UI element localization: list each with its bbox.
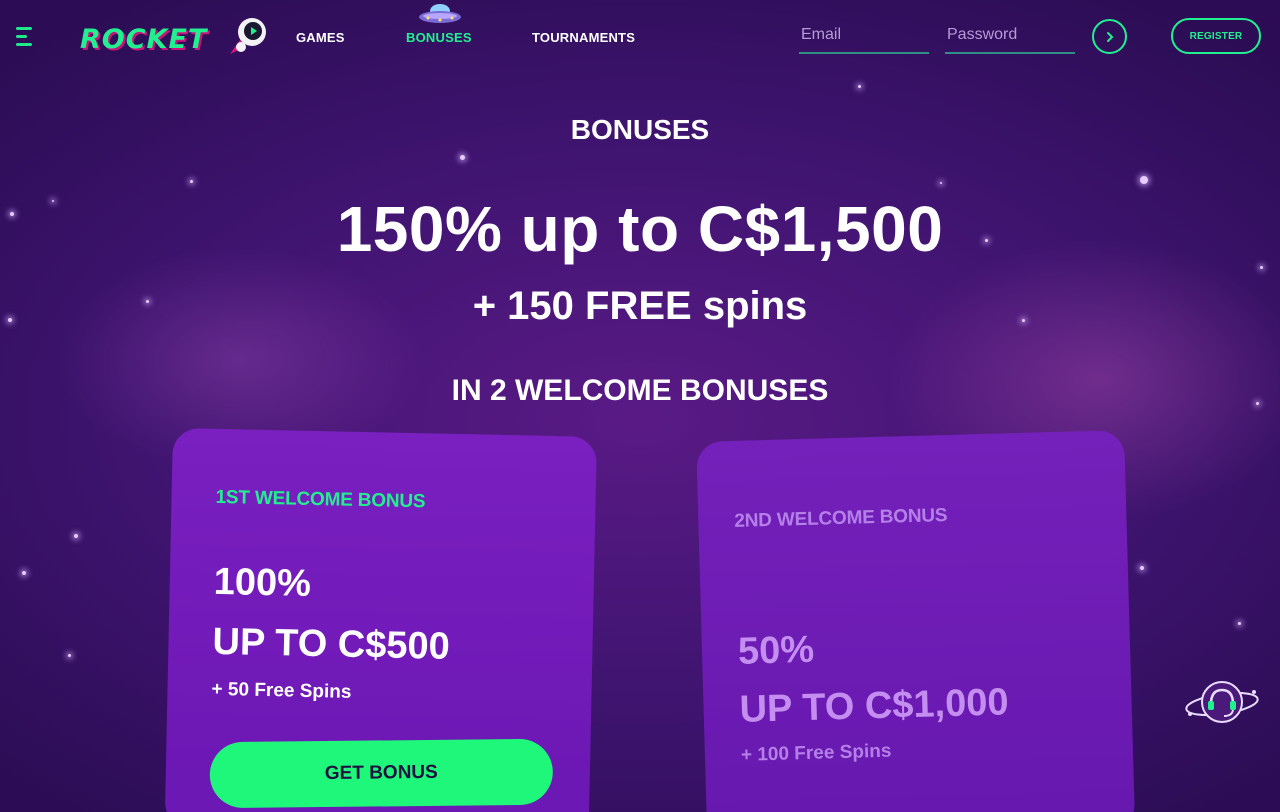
bonus-headline: 150% up to C$1,500 xyxy=(336,193,944,265)
support-headset-icon xyxy=(1185,681,1259,723)
register-button[interactable]: REGISTER xyxy=(1171,18,1261,54)
card-label: 2ND WELCOME BONUS xyxy=(734,504,948,532)
second-welcome-bonus-card[interactable]: 2ND WELCOME BONUS 50% UP TO C$1,000 + 10… xyxy=(696,430,1136,812)
first-welcome-bonus-card: 1ST WELCOME BONUS 100% UP TO C$500 + 50 … xyxy=(164,428,597,812)
card-spins: + 50 Free Spins xyxy=(211,678,352,703)
card-amount: UP TO C$1,000 xyxy=(739,681,1010,731)
arrow-right-icon xyxy=(1106,31,1113,42)
card-label: 1ST WELCOME BONUS xyxy=(215,486,426,513)
top-nav-bar: ROCKET GAMES BONUSES TOURNAMENTS REGISTE… xyxy=(0,0,1280,74)
card-spins: + 100 Free Spins xyxy=(740,740,892,766)
nav-games[interactable]: GAMES xyxy=(296,30,345,45)
password-input[interactable] xyxy=(945,24,1075,54)
welcome-bonuses-title: IN 2 WELCOME BONUSES xyxy=(451,374,829,407)
card-percent: 100% xyxy=(213,560,312,605)
support-chat-button[interactable] xyxy=(1184,674,1260,730)
nav-bonuses[interactable]: BONUSES xyxy=(406,30,472,45)
get-bonus-button[interactable]: GET BONUS xyxy=(209,738,554,809)
rocket-logo[interactable]: ROCKET xyxy=(80,14,270,58)
card-amount: UP TO C$500 xyxy=(212,620,451,668)
card-percent: 50% xyxy=(737,628,815,673)
login-submit-button[interactable] xyxy=(1092,19,1127,54)
free-spins-headline: + 150 FREE spins xyxy=(472,284,808,328)
logo-text: ROCKET xyxy=(80,24,208,55)
menu-icon[interactable] xyxy=(16,27,32,47)
ufo-icon xyxy=(419,4,461,23)
email-input[interactable] xyxy=(799,24,929,54)
astronaut-icon xyxy=(230,18,266,54)
nav-tournaments[interactable]: TOURNAMENTS xyxy=(532,30,635,45)
page-title: BONUSES xyxy=(570,114,710,145)
